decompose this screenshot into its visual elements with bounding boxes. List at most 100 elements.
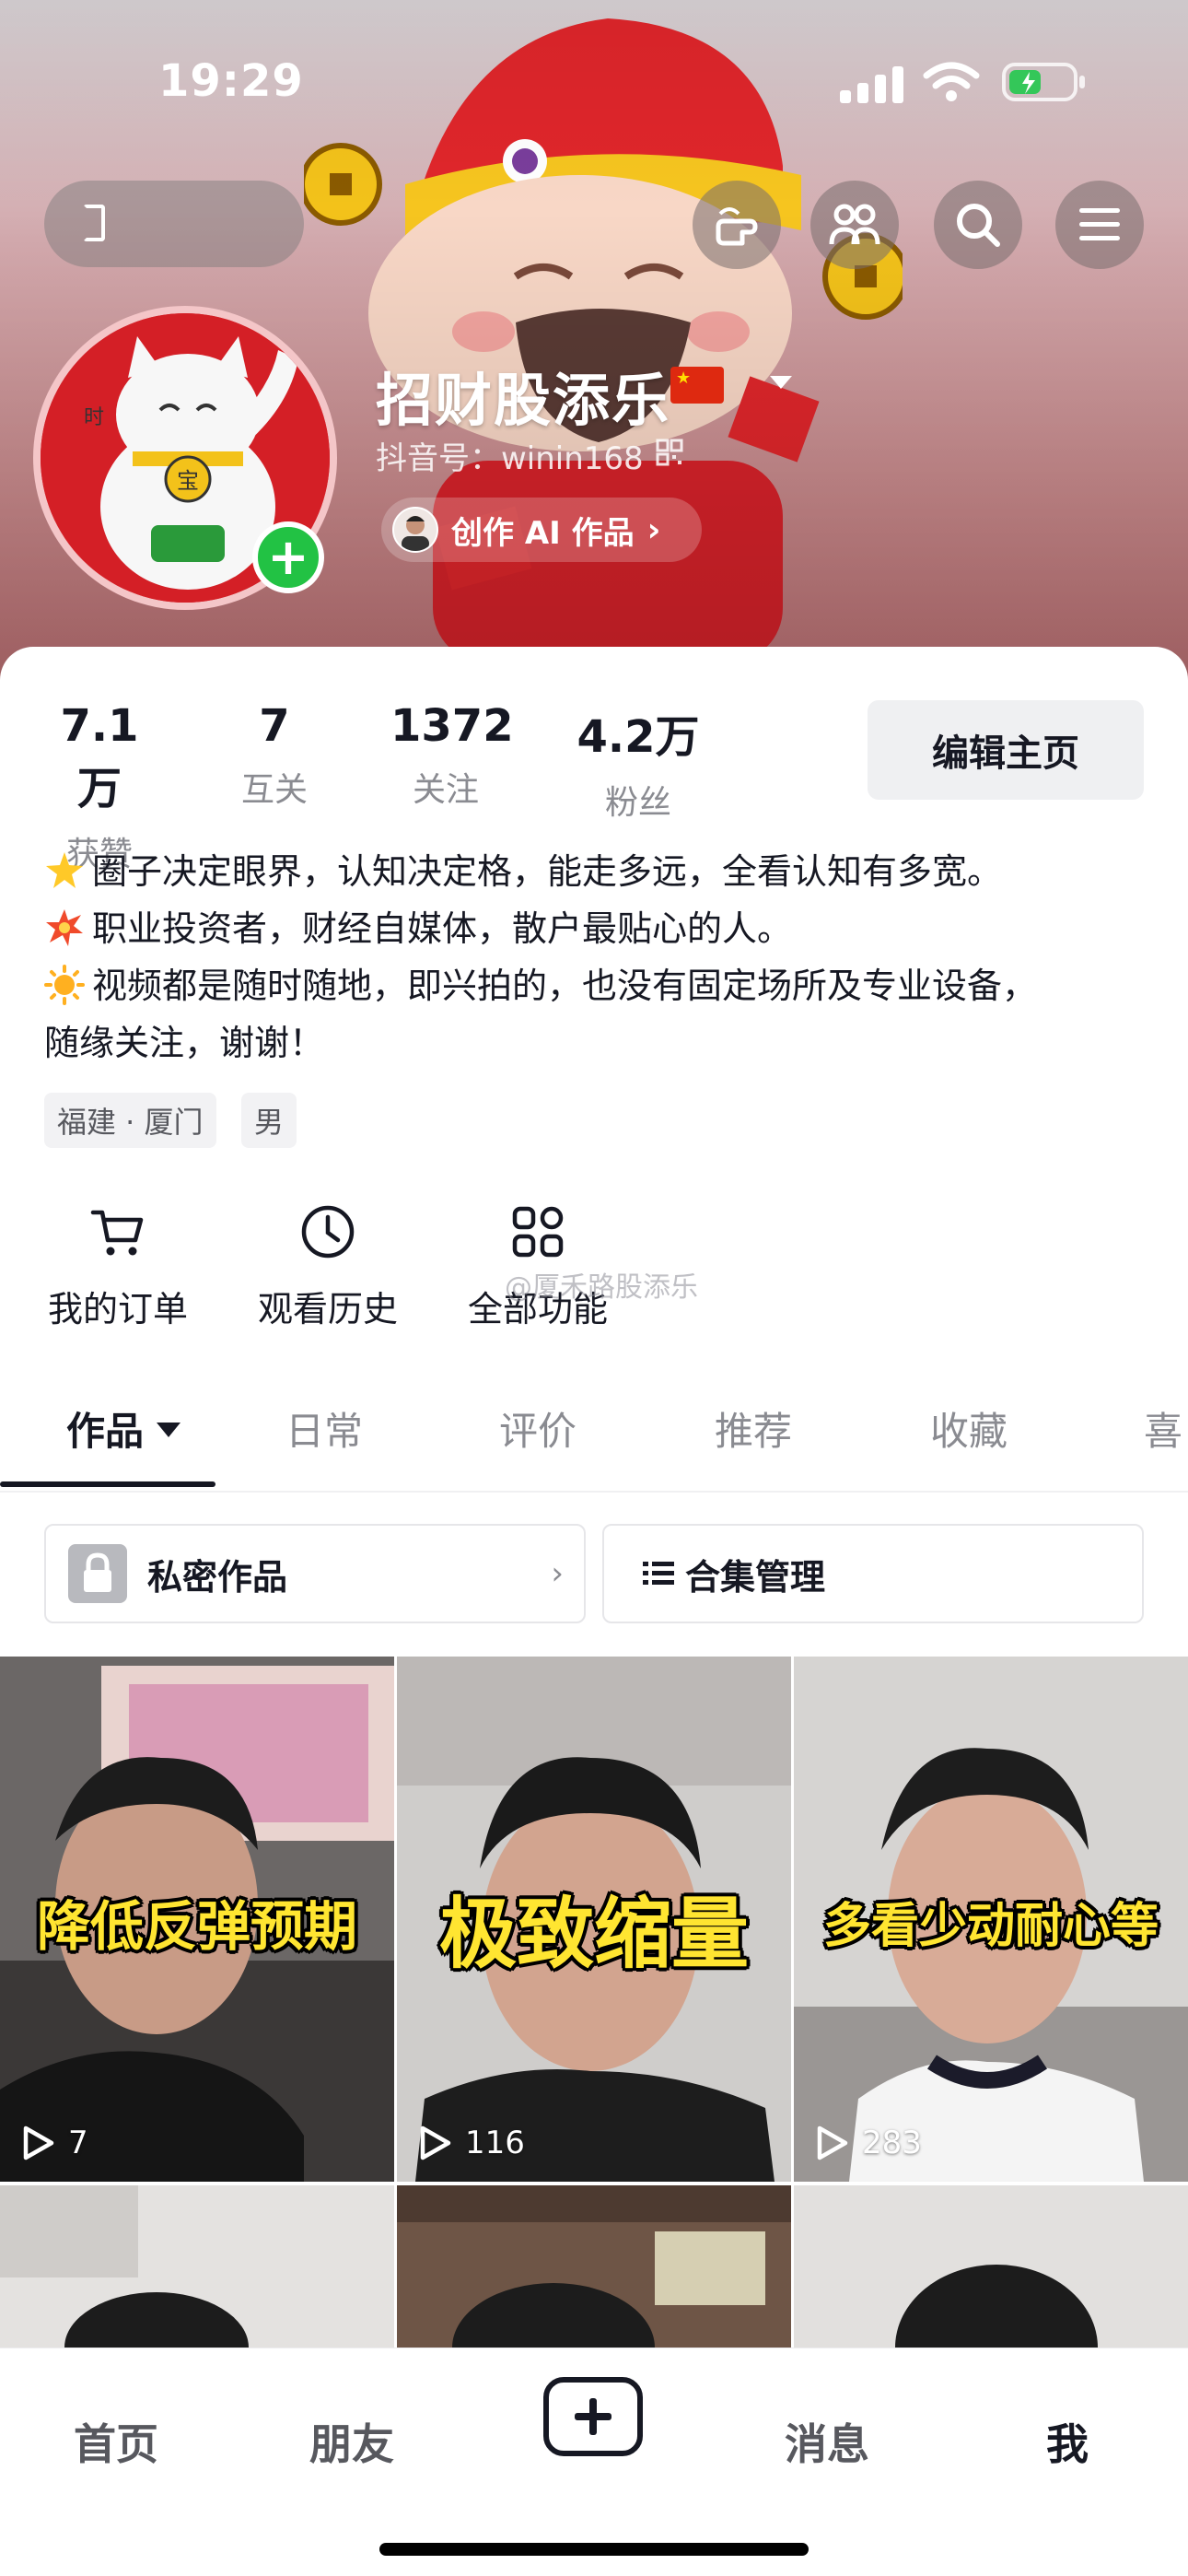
svg-text:时: 时	[84, 406, 104, 429]
china-flag-icon	[670, 367, 724, 404]
cellular-signal-icon	[840, 66, 903, 103]
bio-line-3: 视频都是随时随地，即兴拍的，也没有固定场所及专业设备，	[44, 956, 1149, 1015]
caret-down-icon	[157, 1423, 181, 1437]
qr-code-icon[interactable]	[656, 439, 683, 466]
stat-value: 1372	[390, 700, 514, 752]
video-frame-image	[794, 2185, 1188, 2348]
wifi-icon	[923, 62, 980, 101]
play-icon	[23, 2125, 54, 2160]
tab-recommended[interactable]: 推荐	[715, 1400, 792, 1457]
status-bar: 19:29	[0, 42, 1188, 116]
play-icon	[420, 2125, 451, 2160]
collection-label: 合集管理	[685, 1556, 826, 1598]
sun-icon	[44, 965, 85, 1005]
tab-likes[interactable]: 喜	[1144, 1400, 1182, 1457]
create-post-button[interactable]	[543, 2377, 643, 2456]
stat-value: 7	[259, 700, 290, 752]
stat-value: 4.2万	[577, 711, 700, 763]
add-avatar-button[interactable]: +	[252, 521, 324, 593]
plus-icon	[575, 2398, 611, 2435]
play-count-value: 283	[862, 2125, 922, 2161]
nav-messages[interactable]: 消息	[785, 2411, 869, 2472]
tab-works[interactable]: 作品	[66, 1400, 181, 1457]
glowing-star-icon	[46, 852, 83, 888]
tab-label: 作品	[66, 1409, 145, 1454]
account-switcher-pill[interactable]	[44, 181, 304, 267]
video-caption: 多看少动耐心等	[822, 1899, 1159, 1954]
content-tabs: 作品 日常 评价 推荐 收藏 喜	[0, 1400, 1188, 1489]
bio-text: 视频都是随时随地，即兴拍的，也没有固定场所及专业设备，	[92, 966, 1038, 1006]
video-thumbnail[interactable]	[0, 2185, 394, 2348]
location-tag: 福建 · 厦门	[44, 1093, 216, 1148]
bio-text: 职业投资者，财经自媒体，散户最贴心的人。	[92, 908, 793, 949]
stat-followers[interactable]: 4.2万 粉丝	[575, 700, 702, 824]
collision-icon	[46, 909, 83, 946]
function-label: 我的订单	[47, 1289, 188, 1329]
grid-icon	[512, 1206, 564, 1258]
chevron-down-icon[interactable]	[770, 376, 792, 389]
ghost-icon	[83, 205, 105, 241]
video-caption: 降低反弹预期	[36, 1895, 357, 1958]
function-label: 观看历史	[257, 1289, 398, 1329]
divider	[0, 1491, 1188, 1493]
stat-value: 7.1万	[60, 700, 139, 814]
status-time: 19:29	[158, 55, 304, 107]
profile-nickname: 招财股添乐	[376, 367, 671, 434]
tab-daily[interactable]: 日常	[285, 1400, 363, 1457]
list-icon	[643, 1562, 674, 1585]
gesture-button[interactable]	[693, 181, 781, 269]
home-indicator	[379, 2543, 809, 2556]
bio-line-2: 职业投资者，财经自媒体，散户最贴心的人。	[44, 899, 1149, 958]
gender-tag: 男	[241, 1093, 297, 1148]
video-thumbnail[interactable]: 极致缩量 116	[397, 1657, 791, 2182]
svg-text:宝: 宝	[177, 468, 199, 494]
play-icon	[817, 2125, 848, 2160]
clock-icon	[301, 1205, 355, 1259]
people-icon	[829, 204, 880, 245]
video-thumbnail[interactable]	[794, 2185, 1188, 2348]
my-orders-button[interactable]: 我的订单	[44, 1203, 192, 1331]
nav-friends[interactable]: 朋友	[309, 2411, 394, 2472]
video-caption: 极致缩量	[438, 1889, 749, 1979]
search-button[interactable]	[934, 181, 1022, 269]
video-frame-image	[0, 2185, 394, 2348]
edit-profile-button[interactable]: 编辑主页	[868, 700, 1144, 800]
stat-mutual[interactable]: 7 互关	[228, 700, 320, 811]
friends-button[interactable]	[810, 181, 899, 269]
nav-home[interactable]: 首页	[74, 2411, 158, 2472]
play-count-value: 7	[68, 2125, 88, 2161]
ai-works-label: 创作 AI 作品	[451, 514, 635, 552]
stat-label: 互关	[240, 771, 308, 809]
video-thumbnail[interactable]: 多看少动耐心等 283	[794, 1657, 1188, 2182]
ai-works-button[interactable]: 创作 AI 作品 ›	[381, 498, 702, 562]
cart-icon	[90, 1210, 144, 1256]
tab-reviews[interactable]: 评价	[499, 1400, 577, 1457]
chevron-right-icon: ›	[551, 1555, 564, 1592]
douyin-id: 抖音号：winin168	[376, 440, 644, 477]
lock-icon	[68, 1544, 127, 1603]
hamburger-menu-icon	[1079, 208, 1120, 240]
stat-following[interactable]: 1372 关注	[390, 700, 514, 811]
video-frame-image	[397, 2185, 791, 2348]
menu-button[interactable]	[1055, 181, 1144, 269]
chevron-right-icon: ›	[646, 510, 661, 549]
watermark: @厦禾路股添乐	[505, 1271, 698, 1304]
stat-label: 粉丝	[604, 784, 671, 822]
collection-management-button[interactable]: 合集管理	[602, 1524, 1144, 1623]
video-thumbnail[interactable]	[397, 2185, 791, 2348]
bio-line-1: 圈子决定眼界，认知决定格，能走多远，全看认知有多宽。	[44, 842, 1149, 901]
watch-history-button[interactable]: 观看历史	[254, 1203, 402, 1331]
active-tab-indicator	[0, 1481, 215, 1487]
search-icon	[957, 204, 1000, 247]
video-thumbnail[interactable]: 降低反弹预期 7	[0, 1657, 394, 2182]
play-count: 283	[816, 2125, 922, 2161]
battery-icon	[1002, 63, 1085, 101]
ai-avatar-image	[392, 507, 438, 553]
tab-favorites[interactable]: 收藏	[930, 1400, 1007, 1457]
private-works-button[interactable]: 私密作品 ›	[44, 1524, 586, 1623]
private-works-label: 私密作品	[147, 1556, 288, 1598]
bio-text: 圈子决定眼界，认知决定格，能走多远，全看认知有多宽。	[92, 851, 1003, 892]
nav-me[interactable]: 我	[1046, 2411, 1089, 2472]
pointing-hand-icon	[716, 207, 758, 246]
bio-line-4: 随缘关注，谢谢！	[44, 1013, 1149, 1072]
